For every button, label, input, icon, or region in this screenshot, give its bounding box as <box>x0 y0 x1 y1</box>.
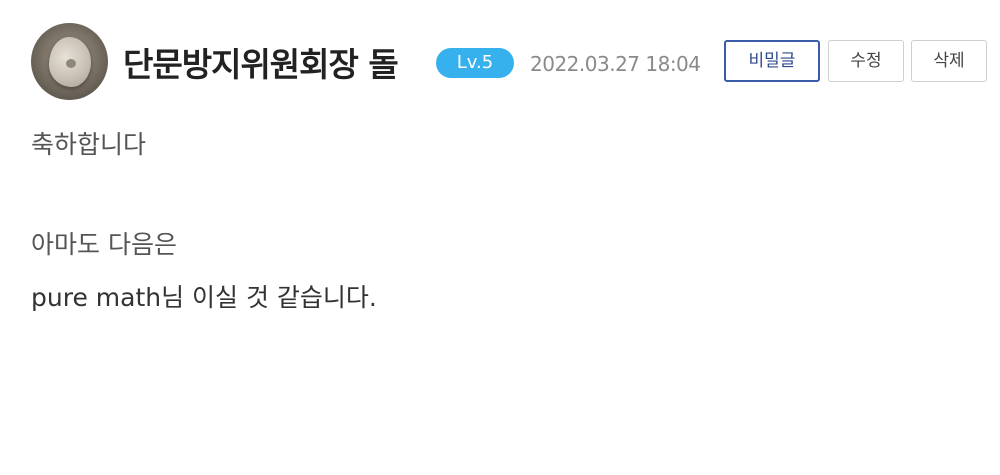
comment-card: 단문방지위원회장 돌 Lv.5 2022.03.27 18:04 비밀글 수정 … <box>0 0 1000 475</box>
delete-button[interactable]: 삭제 <box>911 40 987 82</box>
level-badge: Lv.5 <box>436 48 514 78</box>
comment-body-line-3: pure math님 이실 것 같습니다. <box>31 283 377 312</box>
secret-comment-button[interactable]: 비밀글 <box>724 40 820 82</box>
user-avatar[interactable] <box>31 23 108 100</box>
username[interactable]: 단문방지위원회장 돌 <box>123 38 399 86</box>
edit-button[interactable]: 수정 <box>828 40 904 82</box>
comment-body-line-1: 축하합니다 <box>31 130 147 159</box>
stone-hole-decoration <box>66 59 76 68</box>
comment-body-line-2: 아마도 다음은 <box>31 230 177 259</box>
comment-timestamp: 2022.03.27 18:04 <box>530 52 701 76</box>
